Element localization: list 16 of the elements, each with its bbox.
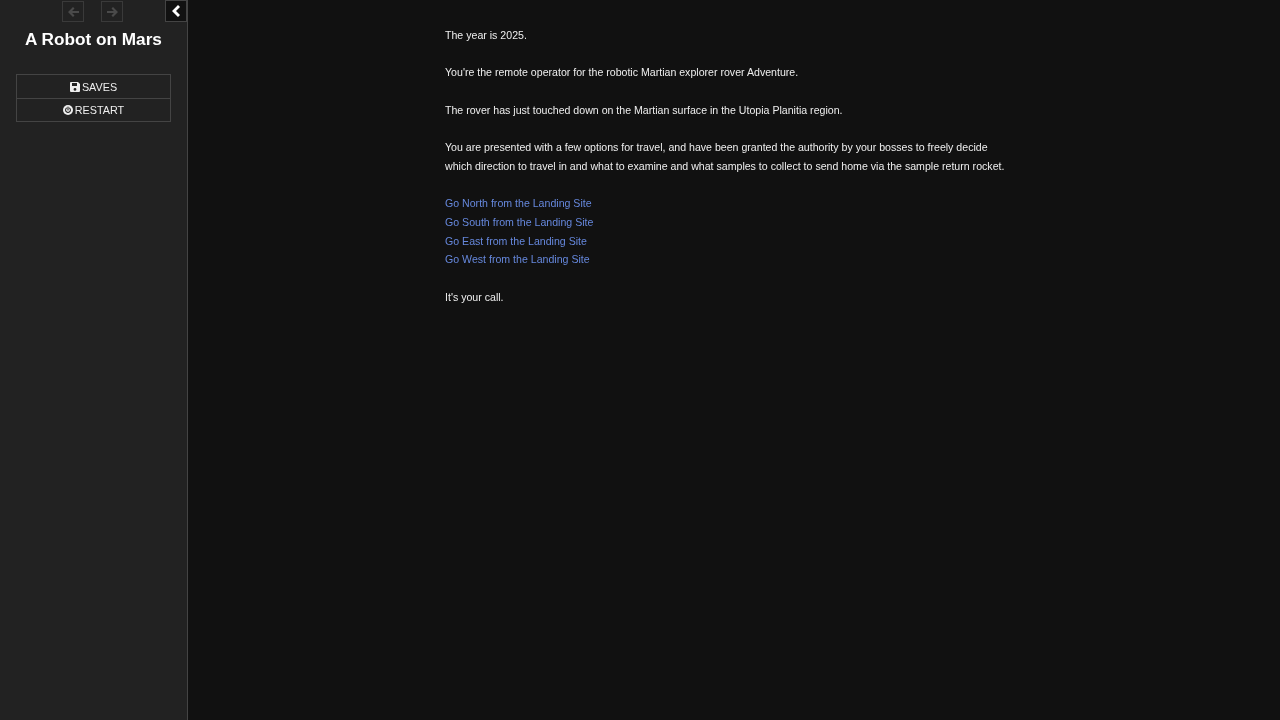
passage-paragraph: You are presented with a few options for travel, and have been granted the authority by your bosses to freely decide which direction to travel in and what to examine and what samples to collect to send home via the sample return rocket. [445, 140, 1006, 174]
passage-link[interactable]: Go North from the Landing Site [445, 194, 592, 213]
sidebar-toggle-button[interactable] [165, 0, 187, 22]
right-arrow-icon [106, 6, 118, 17]
left-arrow-icon [67, 6, 79, 17]
passage-paragraph: You're the remote operator for the robotic Martian explorer rover Adventure. [445, 65, 800, 81]
passage-link[interactable]: Go East from the Landing Site [445, 231, 587, 251]
power-icon [62, 105, 73, 115]
story-title: A Robot on Mars [24, 28, 163, 50]
passage-link[interactable]: Go South from the Landing Site [445, 212, 594, 232]
passage-paragraph: It's your call. [445, 289, 505, 305]
restart-button[interactable]: RESTART [17, 98, 170, 121]
saves-button[interactable]: SAVES [17, 75, 170, 98]
passage-paragraph: The rover has just touched down on the Martian surface in the Utopia Planitia region. [445, 102, 844, 118]
passage-link[interactable]: Go West from the Landing Site [445, 250, 590, 270]
passage-paragraph: The year is 2025. [445, 28, 528, 43]
